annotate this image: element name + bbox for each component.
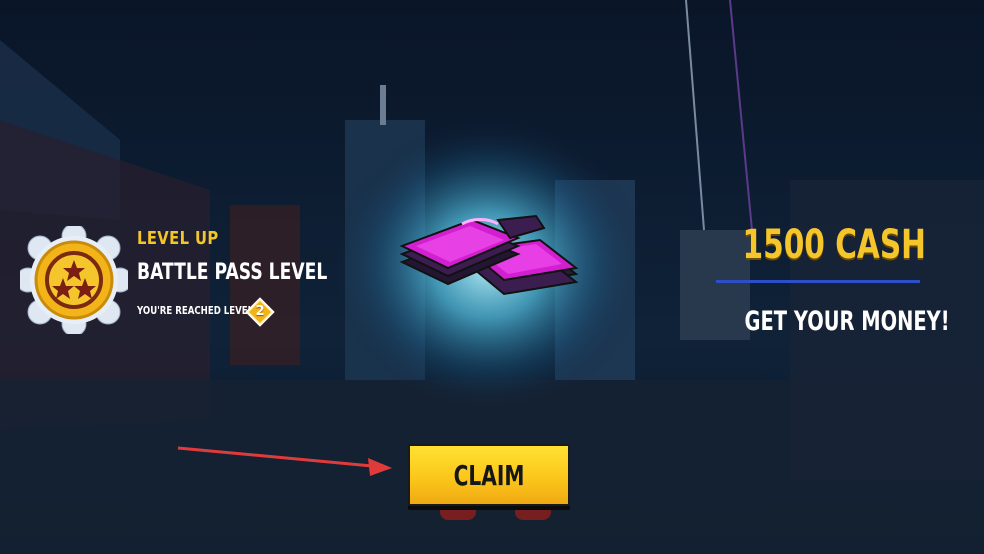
- reward-subtitle: GET YOUR MONEY!: [744, 306, 950, 337]
- reward-divider: [716, 280, 920, 283]
- level-badge: 2: [245, 297, 275, 327]
- reward-title: 1500 CASH: [742, 222, 926, 268]
- level-up-heading: LEVEL UP: [137, 228, 219, 249]
- battle-pass-title: BATTLE PASS LEVEL: [137, 260, 328, 285]
- level-number: 2: [255, 304, 265, 319]
- star-medal-icon: [20, 226, 128, 334]
- level-up-panel: LEVEL UP BATTLE PASS LEVEL YOU'RE REACHE…: [20, 226, 327, 336]
- cash-cards-icon: [399, 214, 579, 296]
- claim-button[interactable]: CLAIM: [408, 444, 570, 506]
- claim-button-label: CLAIM: [453, 459, 525, 492]
- reached-level-text: YOU'RE REACHED LEVEL: [137, 304, 254, 317]
